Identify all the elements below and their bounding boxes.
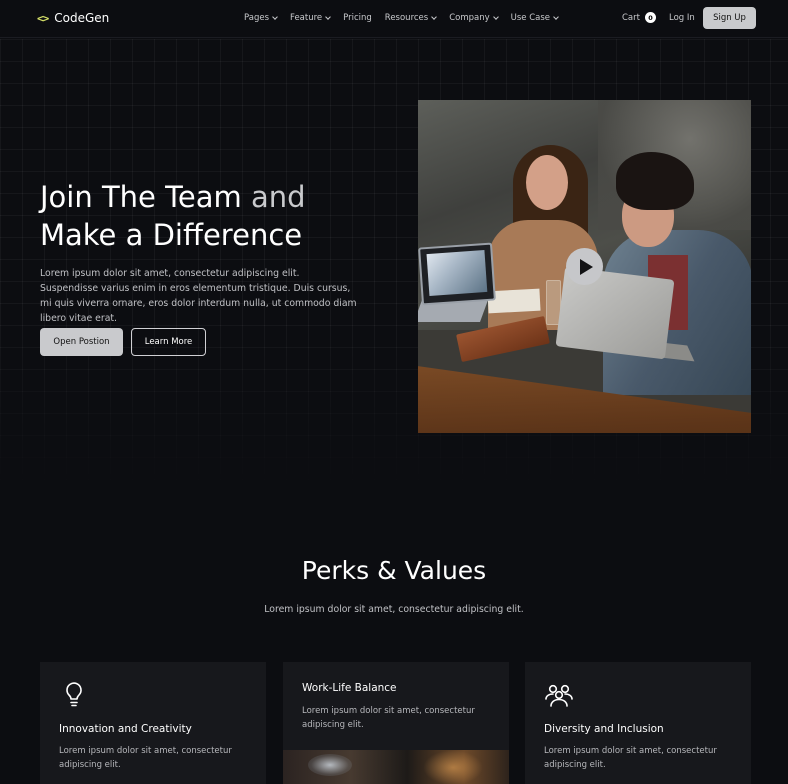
menu-item-feature[interactable]: Feature (290, 13, 331, 23)
menu-item-pricing[interactable]: Pricing (343, 13, 372, 23)
perks-title: Perks & Values (301, 556, 487, 585)
menu-item-pages[interactable]: Pages (244, 13, 278, 23)
learn-more-button[interactable]: Learn More (131, 328, 206, 356)
login-link[interactable]: Log In (669, 13, 695, 23)
menu-item-label: Pages (244, 13, 270, 23)
code-brackets-icon: <> (37, 11, 49, 25)
card-description: Lorem ipsum dolor sit amet, consectetur … (59, 746, 232, 770)
menu-item-company[interactable]: Company (449, 13, 499, 23)
logo-text: CodeGen (54, 11, 110, 25)
card-description: Lorem ipsum dolor sit amet, consectetur … (302, 706, 475, 730)
open-position-button[interactable]: Open Postion (40, 328, 123, 356)
card-title: Work-Life Balance (302, 682, 397, 694)
perk-card-diversity: Diversity and Inclusion Lorem ipsum dolo… (525, 662, 751, 784)
chevron-down-icon (553, 14, 559, 20)
lightbulb-icon (66, 682, 82, 707)
hero-title-line2: Make a Difference (40, 218, 303, 252)
play-button[interactable] (566, 248, 603, 285)
menu-item-resources[interactable]: Resources (384, 13, 438, 23)
card-title: Innovation and Creativity (59, 723, 192, 735)
menu-item-label: Use Case (510, 13, 551, 23)
hero-title: Join The Team and Make a Difference (40, 178, 400, 254)
hero-description: Lorem ipsum dolor sit amet, consectetur … (40, 268, 357, 324)
chevron-down-icon (272, 14, 278, 20)
hero-title-line1-suffix: and (241, 180, 306, 214)
menu-item-label: Feature (290, 13, 323, 23)
menu-item-label: Company (449, 13, 490, 23)
chevron-down-icon (325, 14, 331, 20)
card-description: Lorem ipsum dolor sit amet, consectetur … (544, 746, 717, 770)
cart-count-badge: 0 (644, 12, 656, 23)
menu-item-use-case[interactable]: Use Case (510, 13, 559, 23)
group-icon (545, 684, 573, 707)
top-navbar: <> CodeGen Pages Feature Pricing Resourc… (0, 0, 788, 38)
chevron-down-icon (492, 14, 499, 20)
chevron-down-icon (431, 14, 438, 20)
logo[interactable]: <> CodeGen (37, 11, 109, 25)
main-menu: Pages Feature Pricing Resources Company … (244, 13, 571, 23)
menu-item-label: Pricing (343, 13, 372, 23)
perk-card-innovation: Innovation and Creativity Lorem ipsum do… (40, 662, 266, 784)
hero-video-thumbnail[interactable] (418, 100, 751, 433)
perk-card-work-life: Work-Life Balance Lorem ipsum dolor sit … (283, 662, 509, 784)
card-image (283, 750, 509, 784)
signup-button[interactable]: Sign Up (703, 7, 756, 29)
menu-item-label: Resources (384, 13, 429, 23)
perks-subtitle: Lorem ipsum dolor sit amet, consectetur … (264, 604, 524, 615)
card-title: Diversity and Inclusion (544, 723, 664, 735)
cart-label: Cart (622, 12, 640, 23)
cart-link[interactable]: Cart 0 (622, 12, 656, 23)
hero-title-line1: Join The Team (40, 180, 242, 214)
play-icon (580, 258, 593, 275)
